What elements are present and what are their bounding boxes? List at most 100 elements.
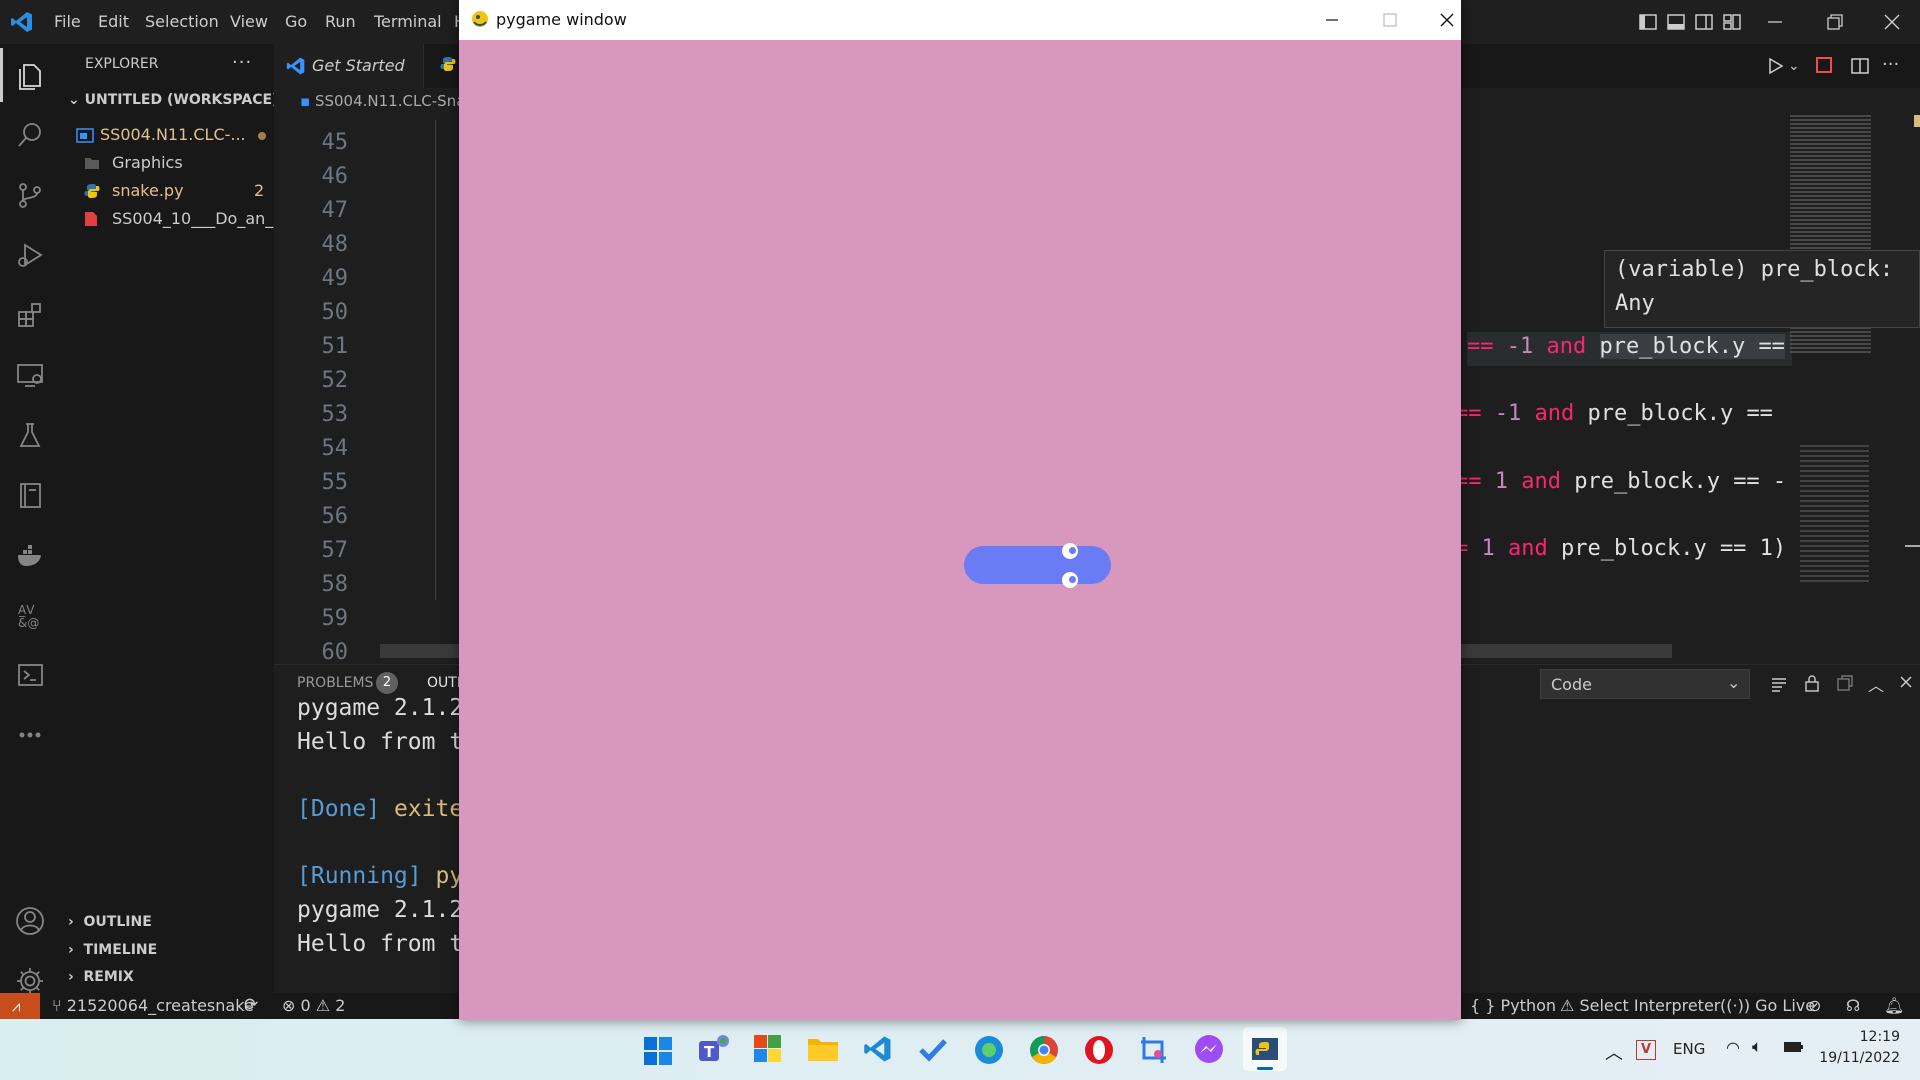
lock-icon[interactable]	[1803, 674, 1821, 692]
menu-edit[interactable]: Edit	[98, 0, 129, 44]
pygame-minimize-icon[interactable]	[1312, 0, 1352, 40]
toggle-panel-icon[interactable]	[1666, 12, 1686, 32]
pygame-title: pygame window	[496, 10, 627, 29]
branch-status[interactable]: ⑂ 21520064_createsnake	[52, 996, 254, 1015]
split-editor-icon[interactable]	[1850, 56, 1870, 76]
toggle-secondary-sidebar-icon[interactable]	[1694, 12, 1714, 32]
tab-problems[interactable]: PROBLEMS	[297, 675, 373, 691]
remote-indicator[interactable]: ⩘	[0, 993, 40, 1019]
opera-icon[interactable]	[1083, 1034, 1115, 1066]
line-number: 52	[321, 368, 349, 393]
clock-time[interactable]: 12:19	[1820, 1029, 1900, 1045]
output-text: py	[421, 863, 464, 889]
clear-output-icon[interactable]	[1770, 675, 1788, 693]
language-status[interactable]: { } Python	[1470, 996, 1556, 1015]
python-file-icon	[84, 183, 100, 199]
toggle-sidebar-icon[interactable]	[1638, 12, 1658, 32]
output-channel-select[interactable]: Code ⌄	[1540, 669, 1750, 699]
run-dropdown-icon[interactable]: ⌄	[1788, 58, 1800, 74]
docker-icon[interactable]	[0, 528, 60, 582]
close-icon[interactable]	[1882, 12, 1902, 32]
workspace-header[interactable]: ⌄ UNTITLED (WORKSPACE)	[68, 92, 278, 108]
maximize-panel-icon[interactable]: ︿	[1868, 672, 1884, 696]
go-live-status[interactable]: ((·)) Go Live	[1720, 996, 1815, 1015]
file-row-graphics[interactable]: Graphics	[84, 150, 274, 178]
menu-view[interactable]: View	[230, 0, 268, 44]
volume-icon[interactable]: 🔈︎	[1752, 1037, 1762, 1057]
menu-go[interactable]: Go	[285, 0, 307, 44]
explorer-more-icon[interactable]: ···	[232, 52, 252, 73]
edge-icon[interactable]	[973, 1034, 1005, 1066]
pygame-taskbar-button[interactable]	[1243, 1027, 1287, 1071]
pygame-snake-icon	[471, 10, 489, 28]
code-text: pre_block.y == -	[1574, 469, 1787, 494]
menu-run[interactable]: Run	[325, 0, 356, 44]
editor-more-icon[interactable]: ···	[1882, 54, 1899, 75]
tray-overflow-icon[interactable]: ︿	[1605, 1039, 1623, 1065]
vscode-logo-icon	[10, 10, 34, 34]
terminal-icon[interactable]	[0, 648, 60, 702]
source-control-icon[interactable]	[0, 168, 60, 222]
extensions-icon[interactable]	[0, 288, 60, 342]
line-number: 59	[321, 606, 349, 631]
menu-terminal[interactable]: Terminal	[374, 0, 442, 44]
minimize-icon[interactable]	[1765, 12, 1785, 32]
regex-icon[interactable]: A̲V &@	[0, 588, 60, 642]
file-row-pdf[interactable]: SS004_10___Do_an_c...	[84, 206, 297, 234]
run-debug-icon[interactable]	[0, 228, 60, 282]
folder-row[interactable]: SS004.N11.CLC-...	[76, 122, 274, 150]
problems-status[interactable]: ⊗ 0 ⚠ 2	[282, 996, 345, 1015]
file-row-snake[interactable]: snake.py 2	[84, 178, 274, 206]
breadcrumb[interactable]: ▪ SS004.N11.CLC-Sna	[300, 92, 465, 110]
sync-icon[interactable]: ⟳	[244, 995, 258, 1015]
explorer-icon[interactable]	[0, 48, 60, 102]
more-icon[interactable]	[0, 708, 60, 762]
remote-explorer-icon[interactable]	[0, 348, 60, 402]
open-in-editor-icon[interactable]	[1836, 674, 1854, 692]
testing-icon[interactable]	[0, 408, 60, 462]
wifi-icon[interactable]: ◠	[1726, 1038, 1740, 1057]
chevron-down-icon: ⌄	[68, 92, 80, 108]
error-count: 0	[300, 996, 311, 1015]
eye-off-icon[interactable]: ⊘	[1808, 996, 1821, 1015]
search-icon[interactable]	[0, 108, 60, 162]
run-file-icon[interactable]	[1765, 56, 1785, 76]
office-apps-icon[interactable]	[753, 1034, 783, 1064]
stop-icon[interactable]	[1816, 57, 1832, 73]
menu-selection[interactable]: Selection	[145, 0, 219, 44]
tray-app-icon[interactable]: V	[1636, 1040, 1656, 1060]
messenger-icon[interactable]	[1193, 1034, 1225, 1066]
pygame-maximize-icon[interactable]	[1370, 0, 1410, 40]
notebook-icon[interactable]	[0, 468, 60, 522]
todo-icon[interactable]	[918, 1035, 948, 1065]
teams-icon[interactable]: T	[697, 1033, 731, 1067]
timeline-section[interactable]: › TIMELINE	[68, 942, 157, 958]
outline-section[interactable]: › OUTLINE	[68, 914, 152, 930]
close-panel-icon[interactable]	[1898, 674, 1914, 690]
restore-icon[interactable]	[1825, 12, 1845, 32]
interpreter-status[interactable]: ⚠ Select Interpreter	[1560, 996, 1720, 1015]
chrome-icon[interactable]	[1028, 1034, 1060, 1066]
menu-file[interactable]: File	[54, 0, 81, 44]
notifications-bell-icon[interactable]: 🔔︎	[1884, 996, 1904, 1015]
customize-layout-icon[interactable]	[1722, 12, 1742, 32]
battery-icon[interactable]	[1783, 1039, 1805, 1055]
feedback-icon[interactable]: ☊	[1846, 996, 1860, 1015]
accounts-icon[interactable]	[0, 894, 60, 948]
pygame-close-icon[interactable]	[1427, 0, 1467, 40]
game-canvas[interactable]	[459, 40, 1461, 1020]
language-indicator[interactable]: ENG	[1673, 1040, 1705, 1058]
snake-eye	[1062, 543, 1078, 559]
error-icon: ⊗	[282, 996, 296, 1015]
vscode-taskbar-icon[interactable]	[863, 1034, 893, 1064]
windows-start-icon[interactable]	[643, 1036, 673, 1066]
file-explorer-icon[interactable]	[807, 1035, 839, 1063]
clock-date[interactable]: 19/11/2022	[1810, 1050, 1900, 1066]
language-label: Python	[1500, 996, 1557, 1015]
remix-section[interactable]: › REMIX	[68, 969, 134, 985]
minimap[interactable]	[1790, 115, 1905, 615]
scrollbar-position	[1905, 545, 1920, 547]
snipping-tool-icon[interactable]	[1138, 1034, 1170, 1066]
tab-get-started[interactable]: Get Started	[274, 44, 424, 88]
line-number: 60	[321, 640, 349, 665]
